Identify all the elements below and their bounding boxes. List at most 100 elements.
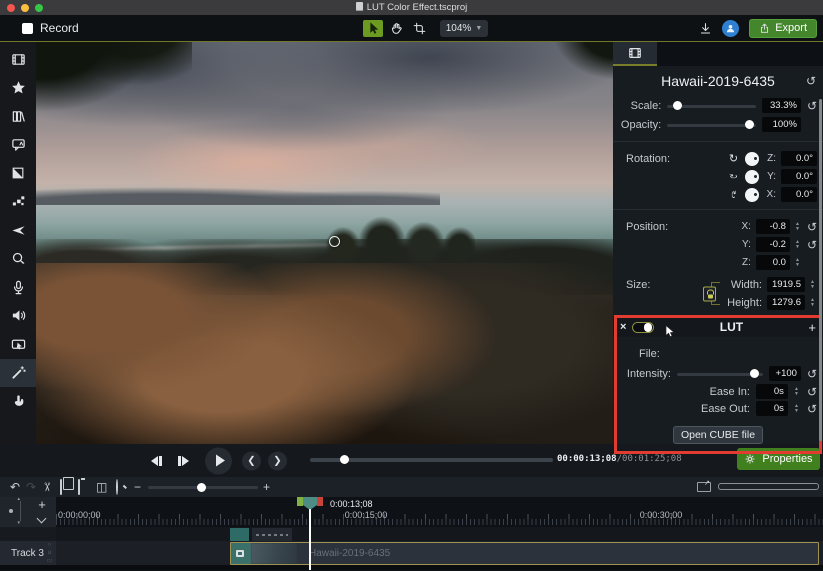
rotate-x-icon[interactable]: ↻ xyxy=(730,188,737,201)
timeline-zoom-button[interactable] xyxy=(116,481,118,493)
play-button[interactable] xyxy=(205,447,232,474)
scrubber-thumb[interactable] xyxy=(340,455,349,464)
opacity-slider[interactable] xyxy=(667,120,756,129)
ease-in-value[interactable]: 0s xyxy=(756,384,788,399)
ease-in-stepper[interactable]: ▲▼ xyxy=(794,387,801,396)
properties-button[interactable]: Properties xyxy=(737,448,820,470)
cut-button[interactable]: ✂ xyxy=(41,482,53,492)
sidebar-item-annotations[interactable] xyxy=(0,131,36,160)
track-height-control[interactable] xyxy=(20,501,21,521)
paste-button[interactable] xyxy=(78,481,80,493)
download-icon[interactable] xyxy=(699,22,712,35)
height-value[interactable]: 1279.6 xyxy=(767,295,805,310)
record-button[interactable]: Record xyxy=(22,21,79,35)
sidebar-item-favorites[interactable] xyxy=(0,74,36,103)
split-button[interactable]: ◫ xyxy=(96,481,107,493)
ease-out-value[interactable]: 0s xyxy=(756,401,788,416)
position-z-stepper[interactable]: ▲▼ xyxy=(795,258,802,267)
sidebar-item-interactivity[interactable] xyxy=(0,387,36,416)
sidebar-item-transitions[interactable] xyxy=(0,159,36,188)
timeline-clip-hawaii[interactable]: Hawaii-2019-6435 xyxy=(230,542,819,565)
ease-in-reset-button[interactable]: ↺ xyxy=(807,387,817,397)
crop-tool-button[interactable] xyxy=(409,20,429,37)
scale-value[interactable]: 33.3% xyxy=(762,98,801,113)
ease-out-reset-button[interactable]: ↺ xyxy=(807,404,817,414)
export-button[interactable]: Export xyxy=(749,19,817,38)
next-clip-button[interactable]: ❯ xyxy=(268,451,287,470)
panel-scrollbar[interactable] xyxy=(819,99,822,441)
detach-timeline-icon[interactable] xyxy=(697,482,711,492)
sidebar-item-behaviors[interactable] xyxy=(0,188,36,217)
position-z-value[interactable]: 0.0 xyxy=(756,255,790,270)
rotation-x-value[interactable]: 0.0° xyxy=(781,187,817,202)
clip-fragment-audio[interactable] xyxy=(252,528,292,541)
select-tool-button[interactable] xyxy=(363,20,383,37)
reset-all-button[interactable]: ↺ xyxy=(806,76,816,86)
sidebar-item-media[interactable] xyxy=(0,45,36,74)
scale-reset-button[interactable]: ↺ xyxy=(807,101,817,111)
playhead-line[interactable] xyxy=(309,509,311,570)
prev-frame-button[interactable] xyxy=(151,456,162,466)
undo-button[interactable]: ↶ xyxy=(10,481,20,493)
playhead-out-handle[interactable] xyxy=(317,497,323,506)
sidebar-item-audio-effects[interactable] xyxy=(0,302,36,331)
canvas-zoom-dropdown[interactable]: 104% ▼ xyxy=(440,20,488,37)
position-y-stepper[interactable]: ▲▼ xyxy=(795,240,802,249)
track-3-controls[interactable]: ○∪▭ xyxy=(43,541,56,565)
position-x-stepper[interactable]: ▲▼ xyxy=(795,222,802,231)
track-3-lane[interactable]: Hawaii-2019-6435 xyxy=(56,541,823,565)
ease-out-stepper[interactable]: ▲▼ xyxy=(794,404,801,413)
sidebar-item-library[interactable] xyxy=(0,102,36,131)
sidebar-item-cursor-path[interactable] xyxy=(0,216,36,245)
sidebar-item-zoom-n-pan[interactable] xyxy=(0,245,36,274)
add-track-button[interactable]: + xyxy=(32,497,52,512)
sidebar-item-voice-narration[interactable] xyxy=(0,273,36,302)
rotate-z-icon[interactable]: ↻ xyxy=(727,152,740,165)
position-y-value[interactable]: -0.2 xyxy=(756,237,790,252)
rotation-z-value[interactable]: 0.0° xyxy=(781,151,817,166)
lut-enable-toggle[interactable] xyxy=(632,322,654,333)
timeline-zoom-slider[interactable] xyxy=(148,486,258,489)
rotation-y-value[interactable]: 0.0° xyxy=(781,169,817,184)
rotation-x-dial[interactable] xyxy=(745,188,759,202)
tab-visual-properties[interactable] xyxy=(613,42,657,66)
rotation-y-dial[interactable] xyxy=(745,170,759,184)
sidebar-item-cursor-effects[interactable] xyxy=(0,330,36,359)
canvas-anchor-point[interactable] xyxy=(329,236,340,247)
pan-tool-button[interactable] xyxy=(386,20,406,37)
video-canvas[interactable] xyxy=(36,42,613,444)
timeline-ruler[interactable]: 0:00:00;00 0:00:15;00 0:00:30;00 xyxy=(56,497,823,527)
opacity-value[interactable]: 100% xyxy=(762,117,801,132)
position-x-reset-button[interactable]: ↺ xyxy=(807,222,817,232)
sidebar-item-visual-effects[interactable] xyxy=(0,359,36,388)
position-x-value[interactable]: -0.8 xyxy=(756,219,790,234)
lock-aspect-icon[interactable] xyxy=(703,286,716,301)
clip-fragment-teal[interactable] xyxy=(230,528,249,541)
position-y-reset-button[interactable]: ↺ xyxy=(807,240,817,250)
width-value[interactable]: 1919.5 xyxy=(767,277,805,292)
copy-button[interactable] xyxy=(60,481,62,493)
intensity-slider[interactable] xyxy=(677,369,763,378)
timeline-horizontal-scrollbar[interactable] xyxy=(718,483,819,490)
intensity-value[interactable]: +100 xyxy=(769,366,801,381)
marker-dot-icon[interactable] xyxy=(9,509,13,513)
timeline-zoom-thumb[interactable] xyxy=(197,483,206,492)
rotation-z-dial[interactable] xyxy=(745,152,759,166)
collapse-tracks-chevron[interactable] xyxy=(37,514,47,524)
add-keyframe-button[interactable]: + xyxy=(808,320,816,335)
open-cube-file-button[interactable]: Open CUBE file xyxy=(673,426,763,444)
intensity-reset-button[interactable]: ↺ xyxy=(807,369,817,379)
playhead-in-handle[interactable] xyxy=(297,497,303,506)
scrubber-slider[interactable] xyxy=(310,458,553,462)
next-frame-button[interactable] xyxy=(178,456,189,466)
account-avatar[interactable] xyxy=(722,20,739,37)
redo-button[interactable]: ↷ xyxy=(26,481,36,493)
zoom-in-button[interactable]: + xyxy=(263,481,270,493)
previous-clip-button[interactable]: ❮ xyxy=(242,451,261,470)
scale-slider[interactable] xyxy=(667,101,756,110)
rotate-y-icon[interactable]: ↻ xyxy=(727,173,740,180)
height-stepper[interactable]: ▲▼ xyxy=(810,298,817,307)
remove-effect-button[interactable]: × xyxy=(620,321,626,333)
zoom-out-button[interactable]: − xyxy=(134,481,141,493)
width-stepper[interactable]: ▲▼ xyxy=(810,280,817,289)
